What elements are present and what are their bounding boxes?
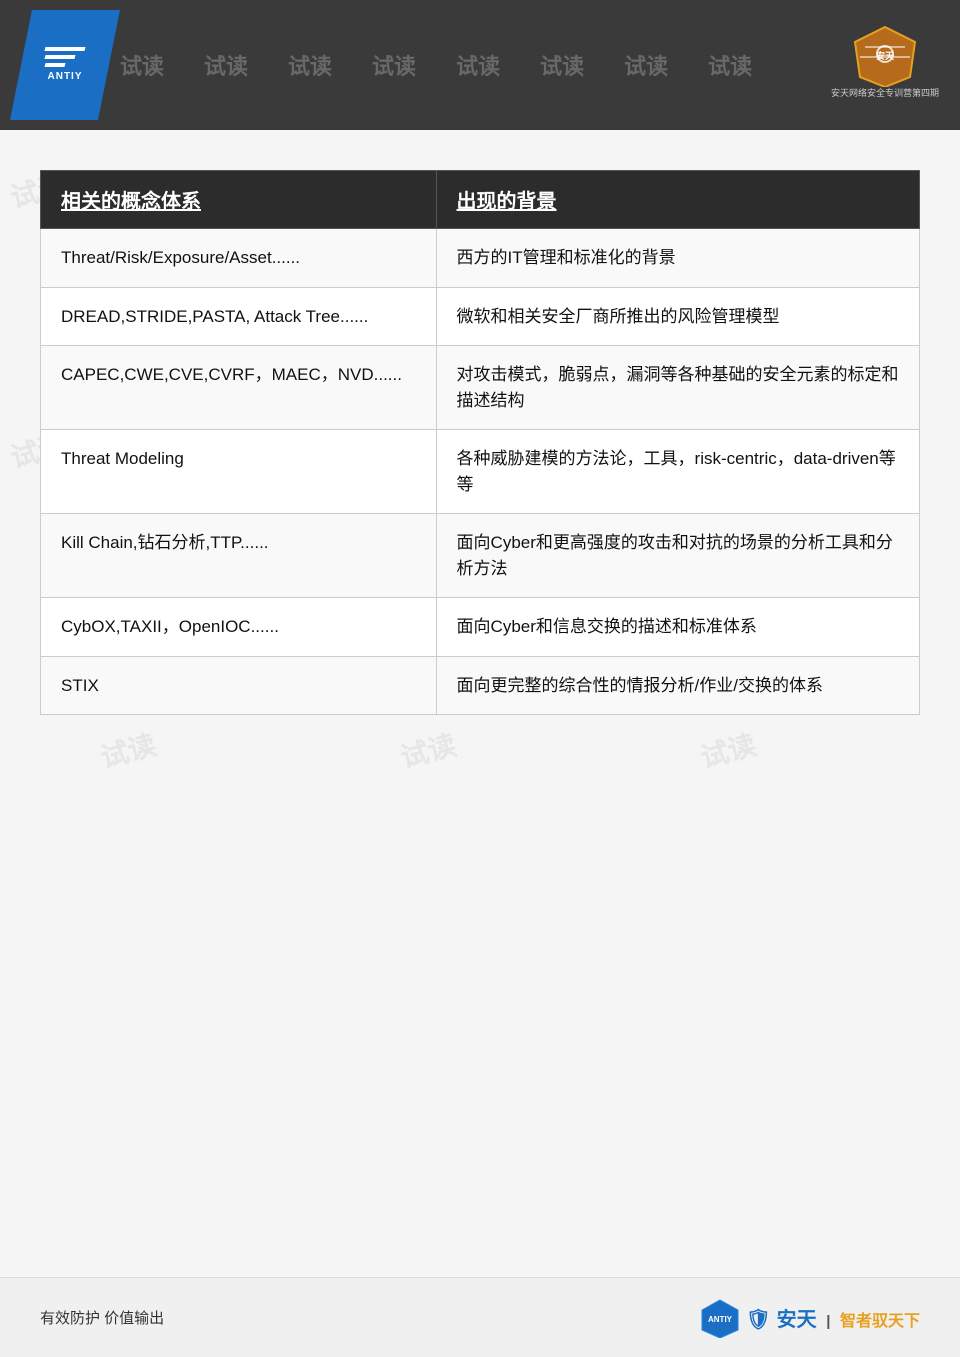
table-cell-left-2: CAPEC,CWE,CVE,CVRF，MAEC，NVD...... xyxy=(41,346,437,430)
footer-right: ANTIY 🛡 安天 | 智者驭天下 xyxy=(700,1298,920,1338)
logo-inner: ANTIY xyxy=(45,47,85,83)
main-content: 相关的概念体系 出现的背景 Threat/Risk/Exposure/Asset… xyxy=(0,130,960,745)
watermark-1: 试读 xyxy=(120,49,164,81)
table-cell-right-0: 西方的IT管理和标准化的背景 xyxy=(436,229,919,288)
watermark-2: 试读 xyxy=(204,49,248,81)
watermark-8: 试读 xyxy=(708,49,752,81)
footer-logo: ANTIY 🛡 安天 | 智者驭天下 xyxy=(700,1298,920,1338)
footer-logo-text2: 智者驭天下 xyxy=(840,1313,920,1330)
main-table: 相关的概念体系 出现的背景 Threat/Risk/Exposure/Asset… xyxy=(40,170,920,715)
table-cell-right-1: 微软和相关安全厂商所推出的风险管理模型 xyxy=(436,287,919,346)
table-cell-left-4: Kill Chain,钻石分析,TTP...... xyxy=(41,514,437,598)
watermark-7: 试读 xyxy=(624,49,668,81)
top-right-caption: 安天网络安全专训营第四期 xyxy=(831,86,939,99)
shield-svg: 安天 xyxy=(845,22,925,87)
svg-text:安天: 安天 xyxy=(876,50,895,61)
table-cell-left-0: Threat/Risk/Exposure/Asset...... xyxy=(41,229,437,288)
footer: 有效防护 价值输出 ANTIY 🛡 安天 | 智者驭天下 xyxy=(0,1277,960,1357)
top-right-logo: 安天 安天网络安全专训营第四期 xyxy=(825,15,945,105)
watermark-6: 试读 xyxy=(540,49,584,81)
table-cell-right-3: 各种威胁建模的方法论，工具，risk-centric，data-driven等等 xyxy=(436,430,919,514)
table-cell-right-6: 面向更完整的综合性的情报分析/作业/交换的体系 xyxy=(436,656,919,715)
col2-header: 出现的背景 xyxy=(436,171,919,229)
antiy-label: ANTIY xyxy=(45,71,85,83)
table-row: STIX面向更完整的综合性的情报分析/作业/交换的体系 xyxy=(41,656,920,715)
table-cell-left-1: DREAD,STRIDE,PASTA, Attack Tree...... xyxy=(41,287,437,346)
header-watermarks: 试读 试读 试读 试读 试读 试读 试读 试读 xyxy=(120,0,840,130)
table-row: Threat Modeling各种威胁建模的方法论，工具，risk-centri… xyxy=(41,430,920,514)
footer-logo-icon: ANTIY xyxy=(700,1298,740,1338)
watermark-3: 试读 xyxy=(288,49,332,81)
svg-text:ANTIY: ANTIY xyxy=(708,1315,733,1324)
table-cell-left-6: STIX xyxy=(41,656,437,715)
table-cell-right-5: 面向Cyber和信息交换的描述和标准体系 xyxy=(436,598,919,657)
table-cell-right-4: 面向Cyber和更高强度的攻击和对抗的场景的分析工具和分析方法 xyxy=(436,514,919,598)
table-cell-right-2: 对攻击模式，脆弱点，漏洞等各种基础的安全元素的标定和描述结构 xyxy=(436,346,919,430)
table-cell-left-5: CybOX,TAXII，OpenIOC...... xyxy=(41,598,437,657)
footer-logo-text1: 🛡 安天 | 智者驭天下 xyxy=(746,1303,920,1332)
table-cell-left-3: Threat Modeling xyxy=(41,430,437,514)
col1-header: 相关的概念体系 xyxy=(41,171,437,229)
footer-left-text: 有效防护 价值输出 xyxy=(40,1307,164,1328)
watermark-5: 试读 xyxy=(456,49,500,81)
logo-box: ANTIY xyxy=(10,10,120,120)
table-row: Threat/Risk/Exposure/Asset......西方的IT管理和… xyxy=(41,229,920,288)
table-row: Kill Chain,钻石分析,TTP......面向Cyber和更高强度的攻击… xyxy=(41,514,920,598)
footer-slogan: | xyxy=(826,1313,830,1330)
table-row: CAPEC,CWE,CVE,CVRF，MAEC，NVD......对攻击模式，脆… xyxy=(41,346,920,430)
table-row: CybOX,TAXII，OpenIOC......面向Cyber和信息交换的描述… xyxy=(41,598,920,657)
table-row: DREAD,STRIDE,PASTA, Attack Tree......微软和… xyxy=(41,287,920,346)
header: ANTIY 试读 试读 试读 试读 试读 试读 试读 试读 安天 安 xyxy=(0,0,960,130)
top-right-logo-img: 安天 xyxy=(845,22,925,82)
watermark-4: 试读 xyxy=(372,49,416,81)
